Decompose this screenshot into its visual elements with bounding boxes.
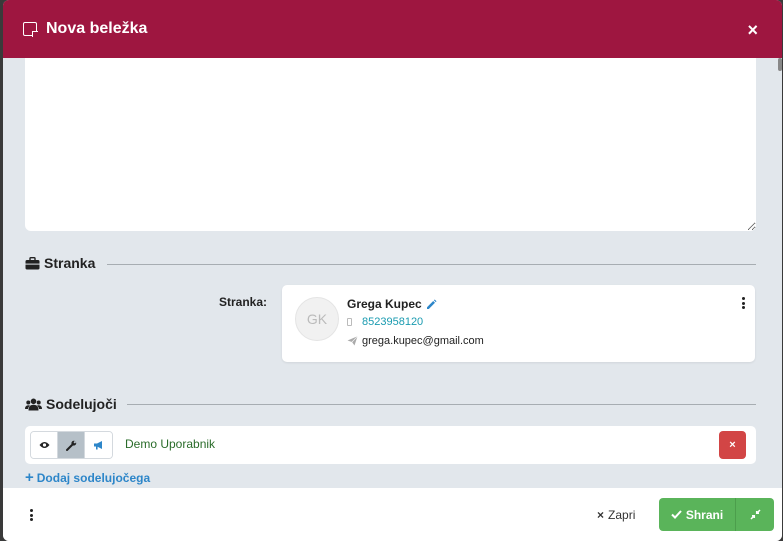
mobile-icon xyxy=(347,318,352,326)
avatar: GK xyxy=(295,297,339,341)
client-name-row: Grega Kupec xyxy=(347,297,437,311)
paper-plane-icon xyxy=(347,336,358,346)
save-main-button[interactable]: Shrani xyxy=(659,498,736,531)
modal-header: Nova beležka × xyxy=(3,0,782,58)
client-phone-row: 8523958120 xyxy=(347,316,423,328)
client-name[interactable]: Grega Kupec xyxy=(347,297,422,311)
add-participant-link[interactable]: + Dodaj sodelujočega xyxy=(25,469,151,486)
section-divider xyxy=(107,264,756,265)
participants-section-title: Sodelujoči xyxy=(46,396,117,412)
bullhorn-icon xyxy=(94,441,102,450)
close-label: Zapri xyxy=(608,508,636,522)
new-note-modal: Nova beležka × Stranka Stranka: GK Grega… xyxy=(3,0,782,541)
client-section-heading: Stranka xyxy=(25,255,95,271)
close-button[interactable]: × Zapri xyxy=(597,508,635,522)
add-participant-label: Dodaj sodelujočega xyxy=(36,471,151,485)
note-text-area[interactable] xyxy=(25,58,756,231)
client-email-row: grega.kupec@gmail.com xyxy=(347,335,484,347)
client-field-label: Stranka: xyxy=(219,295,268,309)
plus-icon: + xyxy=(25,469,34,486)
pencil-icon[interactable] xyxy=(426,299,437,310)
participant-role-toggle-group xyxy=(30,431,113,459)
check-icon xyxy=(671,510,682,519)
notify-toggle-button[interactable] xyxy=(85,432,112,458)
footer-options-menu-button[interactable] xyxy=(30,509,33,521)
briefcase-icon xyxy=(25,256,40,270)
modal-footer: × Zapri Shrani xyxy=(3,488,782,541)
view-toggle-button[interactable] xyxy=(31,432,58,458)
wrench-toggle-button[interactable] xyxy=(58,432,85,458)
users-icon xyxy=(25,398,42,411)
participant-name: Demo Uporabnik xyxy=(125,437,216,451)
participant-row: Demo Uporabnik × xyxy=(25,426,756,464)
wrench-icon xyxy=(65,440,76,451)
eye-icon xyxy=(39,442,49,448)
save-label: Shrani xyxy=(685,507,724,522)
client-options-menu-button[interactable] xyxy=(742,297,745,309)
sticky-note-icon xyxy=(23,22,38,37)
compress-icon xyxy=(749,509,761,520)
client-section-title: Stranka xyxy=(44,255,96,271)
close-icon: × xyxy=(597,508,605,522)
scrollbar[interactable] xyxy=(778,58,782,71)
compress-button[interactable] xyxy=(736,509,774,520)
participants-section-heading: Sodelujoči xyxy=(25,396,117,412)
client-card: GK Grega Kupec 8523958120 grega.kupec@gm… xyxy=(282,285,755,362)
client-email[interactable]: grega.kupec@gmail.com xyxy=(362,335,484,347)
close-modal-button[interactable]: × xyxy=(747,21,758,39)
save-button[interactable]: Shrani xyxy=(659,498,774,531)
client-phone[interactable]: 8523958120 xyxy=(362,316,423,328)
modal-title: Nova beležka xyxy=(46,20,148,37)
remove-participant-button[interactable]: × xyxy=(719,431,746,459)
section-divider xyxy=(127,404,756,405)
